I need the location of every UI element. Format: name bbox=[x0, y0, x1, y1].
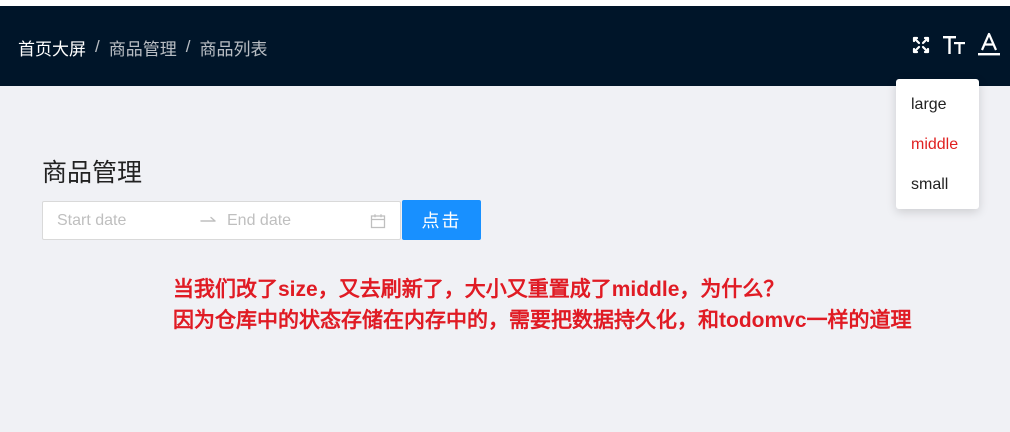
breadcrumb: 首页大屏 / 商品管理 / 商品列表 bbox=[18, 35, 267, 59]
date-range-picker[interactable] bbox=[42, 201, 401, 240]
font-size-icon[interactable] bbox=[941, 30, 967, 60]
size-option-small[interactable]: small bbox=[896, 165, 979, 205]
top-header: 首页大屏 / 商品管理 / 商品列表 bbox=[0, 6, 1010, 86]
annotation-line-2: 因为仓库中的状态存储在内存中的，需要把数据持久化，和todomvc一样的道理 bbox=[173, 309, 912, 332]
breadcrumb-separator: / bbox=[185, 37, 191, 56]
calendar-icon[interactable] bbox=[370, 213, 386, 229]
end-date-input[interactable] bbox=[227, 202, 357, 239]
breadcrumb-item-product-list[interactable]: 商品列表 bbox=[199, 35, 267, 60]
annotation-line-1: 当我们改了size，又去刷新了，大小又重置成了middle，为什么？ bbox=[173, 278, 785, 301]
fullscreen-icon[interactable] bbox=[908, 30, 934, 60]
size-option-middle[interactable]: middle bbox=[896, 125, 979, 165]
font-color-icon[interactable] bbox=[976, 30, 1002, 60]
breadcrumb-item-dashboard[interactable]: 首页大屏 bbox=[18, 35, 86, 60]
size-option-large[interactable]: large bbox=[896, 85, 979, 125]
size-dropdown-menu: large middle small bbox=[896, 79, 979, 209]
breadcrumb-separator: / bbox=[95, 37, 100, 56]
page-title: 商品管理 bbox=[42, 159, 143, 187]
breadcrumb-item-product-management[interactable]: 商品管理 bbox=[109, 35, 177, 60]
arrow-right-icon bbox=[200, 216, 216, 222]
click-button[interactable]: 点击 bbox=[402, 200, 481, 240]
start-date-input[interactable] bbox=[57, 202, 197, 239]
